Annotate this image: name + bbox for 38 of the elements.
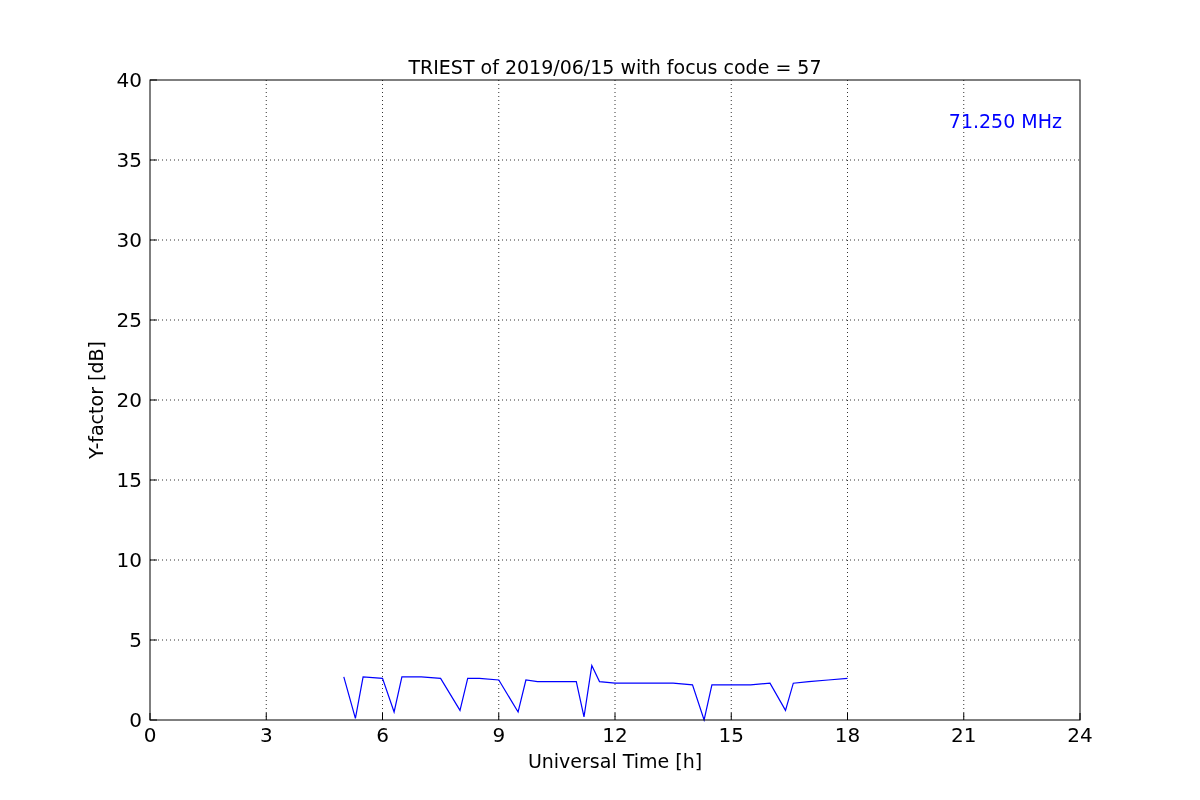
y-tick-label: 25 — [116, 308, 142, 332]
x-tick-label: 12 — [602, 723, 628, 747]
y-tick-label: 10 — [116, 548, 142, 572]
x-tick-label: 9 — [492, 723, 506, 747]
x-tick-label: 21 — [951, 723, 977, 747]
x-tick-label: 18 — [834, 723, 861, 747]
x-tick-label: 0 — [143, 723, 157, 747]
x-tick-label: 15 — [718, 723, 744, 747]
series-label: 71.250 MHz — [948, 110, 1062, 132]
y-tick-label: 40 — [116, 68, 142, 92]
y-tick-label: 0 — [129, 708, 142, 732]
tick-mark — [149, 159, 158, 161]
x-tick-label: 3 — [259, 723, 273, 747]
y-tick-label: 15 — [116, 468, 142, 492]
tick-mark — [498, 712, 500, 721]
tick-mark — [730, 712, 732, 721]
x-tick-label: 6 — [376, 723, 389, 747]
y-tick-label: 30 — [116, 228, 142, 252]
tick-mark — [149, 239, 158, 241]
tick-mark — [963, 712, 965, 721]
tick-mark — [614, 712, 616, 721]
tick-mark — [1079, 712, 1081, 721]
tick-mark — [149, 79, 158, 81]
tick-mark — [149, 559, 158, 561]
tick-mark — [149, 479, 158, 481]
tick-mark — [149, 399, 158, 401]
chart-title: TRIEST of 2019/06/15 with focus code = 57 — [408, 56, 822, 78]
tick-mark — [847, 712, 848, 721]
y-axis-label: Y-factor [dB] — [85, 341, 107, 459]
tick-mark — [149, 319, 158, 321]
tick-mark — [382, 712, 383, 721]
x-axis-label: Universal Time [h] — [527, 750, 703, 772]
x-tick-label: 24 — [1067, 723, 1093, 747]
y-tick-label: 5 — [129, 628, 142, 652]
y-tick-label: 20 — [116, 388, 142, 412]
tick-mark — [149, 639, 158, 641]
y-tick-label: 35 — [116, 148, 142, 172]
tick-mark — [265, 712, 267, 721]
